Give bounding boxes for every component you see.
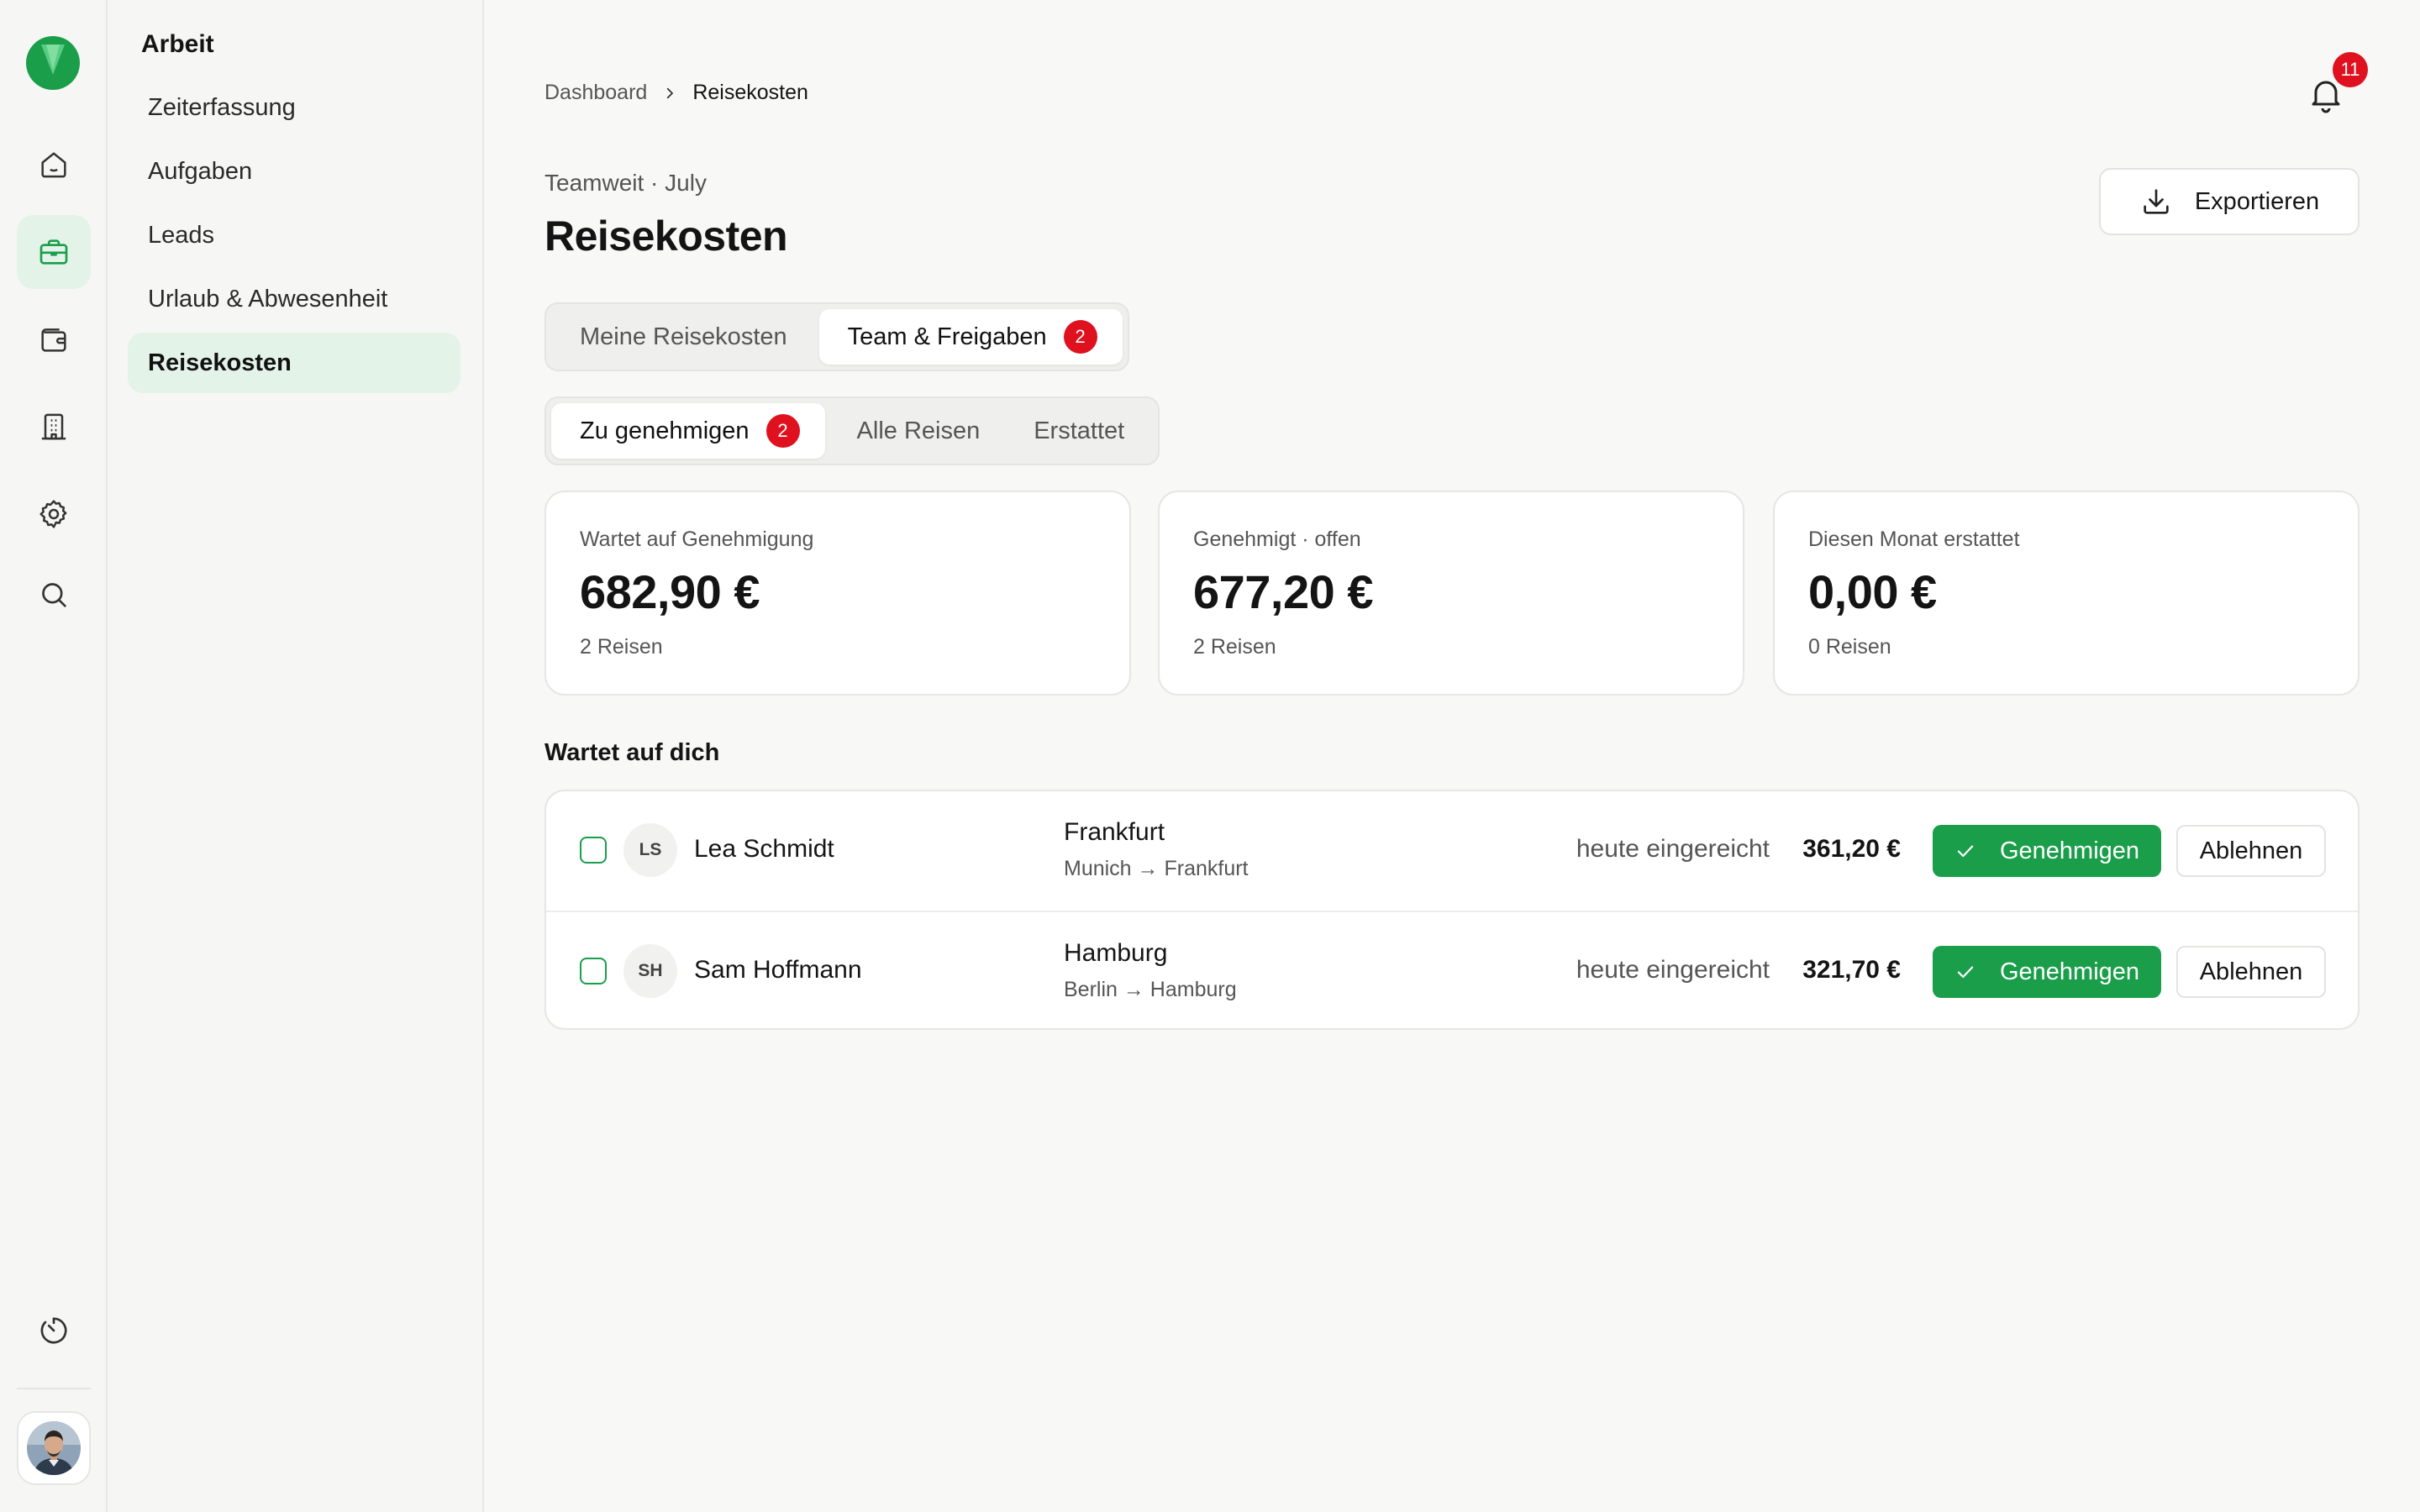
subnav-item-leads[interactable]: Leads [128,205,460,265]
employee-name: Lea Schmidt [694,835,834,863]
search-icon [42,583,66,607]
approve-label: Genehmigen [1999,837,2140,864]
export-button[interactable]: Exportieren [2099,168,2360,235]
subnav-item-zeiterfassung[interactable]: Zeiterfassung [128,77,460,138]
nav-search[interactable] [17,558,91,632]
list-item: SH Sam Hoffmann Hamburg Berlin → Hamburg… [546,911,2358,1028]
subnav-item-label: Urlaub & Abwesenheit [148,285,388,312]
trip-route: Munich → Frankfurt [1064,857,1249,880]
filter-zu-genehmigen[interactable]: Zu genehmigen 2 [551,403,825,459]
filter-label: Alle Reisen [856,417,981,444]
reject-button[interactable]: Ablehnen [2176,946,2326,998]
stat-label: Wartet auf Genehmigung [580,528,814,551]
tab-label: Team & Freigaben [847,323,1047,350]
trip-amount: 321,70 € [1802,956,1901,984]
home-icon [41,152,66,178]
nav-wallet[interactable] [17,302,91,376]
stat-label: Diesen Monat erstattet [1808,528,2020,551]
filter-erstattet[interactable]: Erstattet [1012,403,1153,459]
approve-button[interactable]: Genehmigen [1933,825,2161,877]
subnav-item-urlaub[interactable]: Urlaub & Abwesenheit [128,269,460,329]
briefcase-icon [39,239,68,265]
breadcrumb: Dashboard Reisekosten [544,81,808,105]
trip-destination: Frankfurt [1064,818,1165,846]
trip-destination: Hamburg [1064,939,1168,967]
stat-sub: 2 Reisen [580,635,663,659]
list-item: LS Lea Schmidt Frankfurt Munich → Frankf… [546,791,2358,911]
download-icon [2144,189,2169,214]
subnav-item-reisekosten[interactable]: Reisekosten [128,333,460,393]
tab-label: Meine Reisekosten [580,323,787,350]
trip-amount: 361,20 € [1802,835,1901,863]
avatar: SH [623,944,677,998]
logo-icon[interactable] [26,36,80,90]
nav-work[interactable] [17,215,91,289]
timer-icon [40,1317,67,1344]
page-eyebrow: Teamweit · July [544,170,707,196]
reject-button[interactable]: Ablehnen [2176,825,2326,877]
stat-card-reimbursed: Diesen Monat erstattet 0,00 € 0 Reisen [1773,491,2360,696]
avatar [27,1421,81,1475]
nav-home[interactable] [17,128,91,202]
check-icon [1957,845,1974,858]
tab-meine-reisekosten[interactable]: Meine Reisekosten [551,309,816,365]
tab-team-freigaben[interactable]: Team & Freigaben 2 [818,309,1123,365]
stat-card-approved-open: Genehmigt · offen 677,20 € 2 Reisen [1158,491,1744,696]
nav-settings[interactable] [17,477,91,551]
approve-label: Genehmigen [1999,958,2140,985]
stat-sub: 0 Reisen [1808,635,1891,659]
tab-count-badge: 2 [1063,320,1097,354]
trip-route: Berlin → Hamburg [1064,978,1237,1001]
breadcrumb-current: Reisekosten [692,81,808,104]
subnav-item-label: Aufgaben [148,157,253,185]
chevron-right-icon [667,87,674,98]
nav-timer[interactable] [17,1294,91,1368]
avatar: LS [623,823,677,877]
approve-button[interactable]: Genehmigen [1933,946,2161,998]
stat-sub: 2 Reisen [1193,635,1276,659]
reject-label: Ablehnen [2199,958,2303,985]
submitted-date: heute eingereicht [1576,956,1770,984]
page-title: Reisekosten [544,213,788,260]
breadcrumb-dashboard[interactable]: Dashboard [544,81,647,105]
wallet-icon [41,328,66,352]
row-checkbox[interactable] [580,958,607,984]
status-filter: Zu genehmigen 2 Alle Reisen Erstattet [544,396,1160,465]
section-title: Wartet auf dich [544,739,720,766]
stat-label: Genehmigt · offen [1193,528,1361,551]
submitted-date: heute eingereicht [1576,835,1770,863]
reject-label: Ablehnen [2199,837,2303,864]
stat-value: 677,20 € [1193,565,1373,618]
icon-rail [0,0,108,1512]
building-icon [41,413,66,440]
rail-divider [17,1388,91,1389]
subnav-title: Arbeit [141,30,214,58]
export-label: Exportieren [2194,187,2320,215]
employee-name: Sam Hoffmann [694,956,862,984]
nav-company[interactable] [17,390,91,464]
subnav-item-label: Leads [148,221,215,249]
view-tabs: Meine Reisekosten Team & Freigaben 2 [544,302,1129,371]
gear-icon [39,500,67,528]
notification-badge: 11 [2333,52,2368,87]
row-checkbox[interactable] [580,837,607,864]
check-icon [1957,966,1974,979]
subnav-item-label: Zeiterfassung [148,93,296,121]
filter-label: Erstattet [1034,417,1125,444]
stat-value: 0,00 € [1808,565,1937,618]
filter-count-badge: 2 [765,414,800,448]
subnav-item-label: Reisekosten [148,349,292,376]
user-avatar-button[interactable] [17,1411,91,1485]
secondary-nav: Arbeit Zeiterfassung Aufgaben Leads Urla… [108,0,484,1512]
stat-card-pending: Wartet auf Genehmigung 682,90 € 2 Reisen [544,491,1131,696]
pending-list: LS Lea Schmidt Frankfurt Munich → Frankf… [544,790,2360,1030]
subnav-item-aufgaben[interactable]: Aufgaben [128,141,460,202]
filter-label: Zu genehmigen [580,417,750,444]
main-content: Dashboard Reisekosten 11 Teamweit · July… [486,0,2420,1512]
filter-alle-reisen[interactable]: Alle Reisen [829,403,1009,459]
stat-value: 682,90 € [580,565,760,618]
